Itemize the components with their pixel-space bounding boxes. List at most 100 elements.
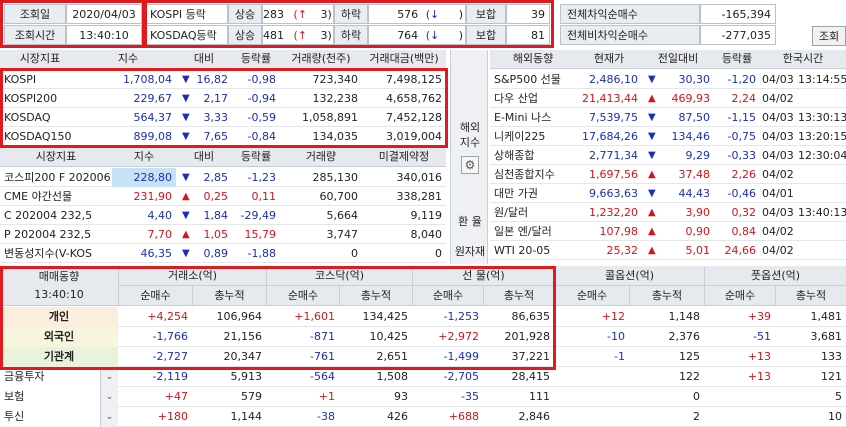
- trading-cell: +688: [448, 410, 479, 423]
- overseas-name: E-Mini 나스: [494, 111, 552, 124]
- trading-row[interactable]: 투신 ⌄ +180 1,144 -38 426 +688 2,846 2 10: [0, 407, 846, 427]
- trading-cell: 5: [835, 390, 842, 403]
- overseas-change: ▼ 87,50: [642, 108, 714, 127]
- up-arrow-icon: ▲: [182, 229, 190, 240]
- trading-cell: -10: [607, 330, 625, 343]
- trading-cell: 579: [241, 390, 262, 403]
- up-arrow-icon: ▲: [648, 226, 656, 237]
- overseas-row[interactable]: 심천종합지수 1,697,56 ▲ 37,48 2,26 04/02: [490, 165, 846, 184]
- overseas-change: ▲ 469,93: [642, 89, 714, 108]
- index-amount: 3,019,004: [386, 130, 442, 143]
- deriv-rate: -1,88: [247, 247, 276, 260]
- query-date-field[interactable]: 2020/04/03: [66, 4, 142, 24]
- commodity-button[interactable]: 원자재: [451, 243, 489, 259]
- overseas-change: ▲ 37,48: [642, 165, 714, 184]
- overseas-row[interactable]: 대만 가권 9,663,63 ▼ 44,43 -0,46 04/01: [490, 184, 846, 203]
- deriv-row[interactable]: 변동성지수(V-KOS 46,35 ▼ 0,89 -1,88 0 0: [0, 244, 446, 263]
- deriv-row[interactable]: CME 야간선물 231,90 ▲ 0,25 0,11 60,700 338,281: [0, 187, 446, 206]
- overseas-name: S&P500 선물: [494, 73, 561, 86]
- index-row[interactable]: KOSDAQ 564,37 ▼ 3,33 -0,59 1,058,891 7,452,128: [0, 108, 446, 127]
- index-row[interactable]: KOSPI 1,708,04 ▼ 16,82 -0,98 723,340 7,498,125: [0, 70, 446, 89]
- overseas-time: [798, 184, 846, 203]
- down-arrow-icon: ▼: [182, 131, 190, 142]
- overseas-date: 04/03: [762, 149, 794, 162]
- overseas-change-value: 9,29: [685, 149, 711, 162]
- down-arrow-icon: ▼: [182, 248, 190, 259]
- trading-row[interactable]: 개인 +4,254 106,964 +1,601 134,425 -1,253 86,635…: [0, 307, 846, 327]
- exchange-rate-button[interactable]: 환 율: [451, 213, 489, 229]
- overseas-change-value: 37,48: [678, 168, 711, 181]
- trading-row[interactable]: 외국인 -1,766 21,156 -871 10,425 +2,972 201,928 -1…: [0, 327, 846, 347]
- overseas-row[interactable]: 다우 산업 21,413,44 ▲ 469,93 2,24 04/02: [490, 89, 846, 108]
- trading-cell: 2,846: [518, 410, 551, 423]
- trading-cell: 5,913: [230, 370, 263, 383]
- overseas-index-button[interactable]: 해외 지수: [451, 120, 489, 150]
- deriv-value: 46,35: [140, 247, 173, 260]
- deriv-row[interactable]: C 202004 232,5 4,40 ▼ 1,84 -29,49 5,664 9,119: [0, 206, 446, 225]
- overseas-row[interactable]: S&P500 선물 2,486,10 ▼ 30,30 -1,20 04/03 13:14:5…: [490, 70, 846, 89]
- index-rate: -0,98: [247, 73, 276, 86]
- trading-cell: -2,705: [443, 370, 479, 383]
- trading-title: 매매동향: [38, 270, 80, 283]
- trading-row[interactable]: 기관계 -2,727 20,347 -761 2,651 -1,499 37,221 -1 12…: [0, 347, 846, 367]
- trading-time: 13:40:10: [34, 288, 84, 301]
- deriv-name: 코스피200 F 202006: [4, 171, 111, 184]
- index-volume: 1,058,891: [302, 111, 358, 124]
- overseas-time: [798, 89, 846, 108]
- deriv-oi: 338,281: [396, 190, 443, 203]
- overseas-row[interactable]: E-Mini 나스 7,539,75 ▼ 87,50 -1,15 04/03 13:30:1…: [490, 108, 846, 127]
- kosdaq-fall-label: 하락: [334, 25, 368, 45]
- col-header: 대비: [193, 150, 215, 163]
- trading-cell: 3,681: [810, 330, 843, 343]
- trading-cell: -871: [310, 330, 335, 343]
- kosdaq-rise-value: 481 (↑ 3): [262, 25, 334, 45]
- trading-row[interactable]: 보험 ⌄ +47 579 +1 93 -35 111 0 5: [0, 387, 846, 407]
- overseas-rate: -1,15: [727, 111, 756, 124]
- overseas-date: 04/03: [762, 206, 794, 219]
- overseas-price: 21,413,44: [582, 92, 638, 105]
- trading-cell: [704, 387, 775, 407]
- trading-cell: +47: [164, 390, 188, 403]
- trading-row[interactable]: 금융투자 ⌄ -2,119 5,913 -564 1,508 -2,705 28,415 122…: [0, 367, 846, 387]
- trading-cell: 2,651: [376, 350, 409, 363]
- down-arrow-icon: ▼: [648, 112, 656, 123]
- deriv-row[interactable]: 코스피200 F 202006 228,80 ▼ 2,85 -1,23 285,130 34…: [0, 168, 446, 187]
- trading-cell: -761: [310, 350, 335, 363]
- deriv-table-header: 시장지표 지수 대비 등락률 거래량 미결제약정: [0, 148, 446, 167]
- trading-cell: +1,601: [294, 310, 335, 323]
- trading-cell: 426: [387, 410, 408, 423]
- index-row[interactable]: KOSDAQ150 899,08 ▼ 7,65 -0,84 134,035 3,019,00…: [0, 127, 446, 146]
- col-header: 해외동향: [512, 52, 554, 65]
- deriv-name: P 202004 232,5: [4, 228, 92, 241]
- trading-sub-net: 순매수: [266, 286, 339, 306]
- overseas-time: 13:20:15: [798, 130, 846, 143]
- index-rate: -0,94: [247, 92, 276, 105]
- gear-icon[interactable]: ⚙: [461, 156, 479, 174]
- chevron-down-icon[interactable]: ⌄: [100, 387, 118, 407]
- index-row[interactable]: KOSPI200 229,67 ▼ 2,17 -0,94 132,238 4,658,762: [0, 89, 446, 108]
- overseas-row[interactable]: 원/달러 1,232,20 ▲ 3,90 0,32 04/03 13:40:13: [490, 203, 846, 222]
- deriv-change-value: 1,84: [203, 209, 229, 222]
- chevron-down-icon[interactable]: ⌄: [100, 367, 118, 387]
- overseas-row[interactable]: WTI 20-05 25,32 ▲ 5,01 24,66 04/02: [490, 241, 846, 260]
- overseas-change: ▲ 5,01: [642, 241, 714, 260]
- trading-cell: 10: [828, 410, 842, 423]
- overseas-row[interactable]: 니케이225 17,684,26 ▼ 134,46 -0,75 04/03 13:20:15: [490, 127, 846, 146]
- deriv-change: ▼ 0,89: [176, 244, 232, 263]
- chevron-down-icon[interactable]: ⌄: [100, 407, 118, 427]
- kospi-fall-value: 576 (↓ ): [368, 4, 466, 24]
- deriv-change: ▲ 1,05: [176, 225, 232, 244]
- kosdaq-fall-value: 764 (↓ ): [368, 25, 466, 45]
- index-amount: 7,498,125: [386, 73, 442, 86]
- deriv-rate: -29,49: [240, 209, 276, 222]
- kospi-flat-value: 39: [506, 4, 550, 24]
- trading-sub-cum: 총누적: [775, 286, 846, 306]
- deriv-row[interactable]: P 202004 232,5 7,70 ▲ 1,05 15,79 3,747 8,040: [0, 225, 446, 244]
- overseas-rate: 0,32: [731, 206, 757, 219]
- overseas-row[interactable]: 일본 엔/달러 107,98 ▲ 0,90 0,84 04/02: [490, 222, 846, 241]
- overseas-change: ▲ 0,90: [642, 222, 714, 241]
- refresh-button[interactable]: 조회: [812, 26, 846, 46]
- overseas-row[interactable]: 상해종합 2,771,34 ▼ 9,29 -0,33 04/03 12:30:04: [490, 146, 846, 165]
- query-time-field[interactable]: 13:40:10: [66, 25, 142, 45]
- trading-cell: +4,254: [147, 310, 188, 323]
